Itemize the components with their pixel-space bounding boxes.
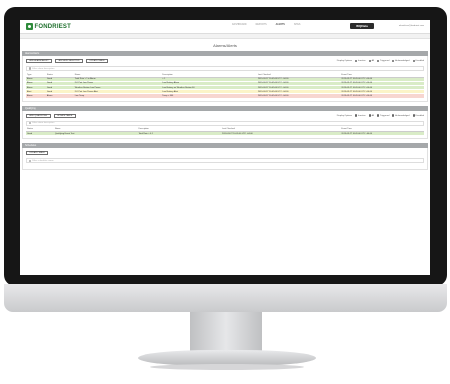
update-table-button[interactable]: Update Table: [53, 113, 76, 118]
option-all[interactable]: All: [368, 59, 374, 63]
table-cell-last: 2019-03-27 10:05:00 UTC -04:00: [256, 93, 341, 99]
option-disabled[interactable]: Disabled: [412, 114, 424, 117]
alarms-toolbar: Add Alarm Alert Archive Selected Update …: [26, 58, 424, 64]
radio-icon: [377, 59, 380, 63]
logo-mark-icon: [26, 23, 33, 30]
table-cell-status: Good: [26, 131, 54, 137]
option-inactive[interactable]: Inactive: [355, 114, 366, 117]
schedules-section: Update Table Filter schedules name: [22, 148, 428, 171]
monitor-stand-shadow: [150, 364, 304, 370]
display-options: Display Options Inactive All Triggered A…: [336, 114, 424, 117]
schedules-toolbar: Update Table: [26, 150, 424, 156]
page-title: Alarms/Alerts: [213, 43, 237, 48]
radio-icon: [392, 114, 395, 117]
top-bar: FONDRIEST Dashboard Reports Alerts Sites…: [20, 20, 430, 34]
table-cell-type: Alarm: [26, 93, 46, 99]
display-options-label: Display Options: [336, 60, 353, 62]
radio-icon: [377, 114, 380, 117]
main-nav: Dashboard Reports Alerts Sites: [232, 24, 300, 26]
radio-icon: [412, 114, 415, 117]
option-disabled[interactable]: Disabled: [412, 59, 424, 63]
nav-reports[interactable]: Reports: [256, 24, 267, 26]
search-icon: [29, 67, 32, 70]
table-cell-description: Temp < 400: [161, 93, 257, 99]
radio-icon: [392, 59, 395, 63]
screen: FONDRIEST Dashboard Reports Alerts Sites…: [20, 20, 430, 275]
radio-icon: [368, 114, 371, 117]
qualifying-table: Status Name Description Last Checked Eve…: [26, 127, 424, 137]
option-triggered[interactable]: Triggered: [377, 114, 389, 117]
table-cell-name: Qualifying Event Test: [53, 131, 138, 137]
qualifying-section: Add Qualifying Update Table Display Opti…: [22, 110, 428, 140]
table-row[interactable]: Alarm Alarm Low Temp Temp < 400 2019-03-27 1…: [26, 93, 424, 99]
search-icon: [29, 159, 32, 162]
table-cell-last: 2019-03-27 10:05:00 UTC -04:00: [221, 131, 341, 137]
table-cell-event: 2019-03-27 10:05:00 UTC -04:00: [340, 93, 424, 99]
nav-dashboard[interactable]: Dashboard: [232, 24, 247, 26]
product-badge: WQData: [350, 23, 374, 29]
radio-icon: [412, 59, 415, 63]
schedules-filter-input[interactable]: Filter schedules name: [26, 158, 424, 164]
monitor-stand-neck: [190, 312, 262, 354]
radio-icon: [368, 59, 371, 63]
radio-checked-icon: [355, 59, 358, 63]
update-table-button[interactable]: Update Table: [85, 59, 109, 63]
display-options-label: Display Options: [336, 114, 353, 117]
nav-sites[interactable]: Sites: [294, 24, 301, 26]
search-icon: [29, 121, 32, 125]
add-qualifying-button[interactable]: Add Qualifying: [26, 113, 51, 118]
option-triggered[interactable]: Triggered: [377, 59, 389, 63]
logo-text: FONDRIEST: [34, 23, 71, 30]
qualifying-toolbar: Add Qualifying Update Table Display Opti…: [26, 113, 424, 119]
option-acknowledged[interactable]: Acknowledged: [392, 59, 410, 63]
alarms-section: Add Alarm Alert Archive Selected Update …: [22, 56, 428, 102]
option-all[interactable]: All: [368, 114, 374, 117]
archive-selected-button[interactable]: Archive Selected: [55, 59, 83, 63]
user-account[interactable]: alexisfiser@fondriest.com: [399, 25, 424, 27]
display-options: Display Options Inactive All Triggered A…: [336, 59, 424, 63]
logo[interactable]: FONDRIEST: [26, 23, 71, 30]
monitor-chin: [4, 284, 447, 312]
option-acknowledged[interactable]: Acknowledged: [392, 114, 410, 117]
table-cell-name: Low Temp: [73, 93, 162, 99]
add-alarm-alert-button[interactable]: Add Alarm Alert: [26, 59, 53, 63]
update-table-button[interactable]: Update Table: [26, 151, 49, 156]
table-cell-status: Alarm: [45, 93, 74, 99]
option-inactive[interactable]: Inactive: [355, 59, 366, 63]
radio-checked-icon: [355, 114, 358, 117]
qualifying-filter-input[interactable]: Filter alarm description: [26, 120, 424, 126]
alarms-filter-input[interactable]: Filter alarm description: [26, 66, 424, 71]
alarms-table: Type Status Name Description Last Checke…: [26, 73, 424, 99]
table-cell-event: 2019-03-27 10:05:00 UTC -04:00: [340, 131, 424, 137]
table-row[interactable]: Good Qualifying Event Test Total Rain > 0.…: [26, 131, 424, 137]
nav-alerts[interactable]: Alerts: [276, 24, 285, 26]
table-cell-description: Total Rain > 0.1: [137, 131, 222, 137]
